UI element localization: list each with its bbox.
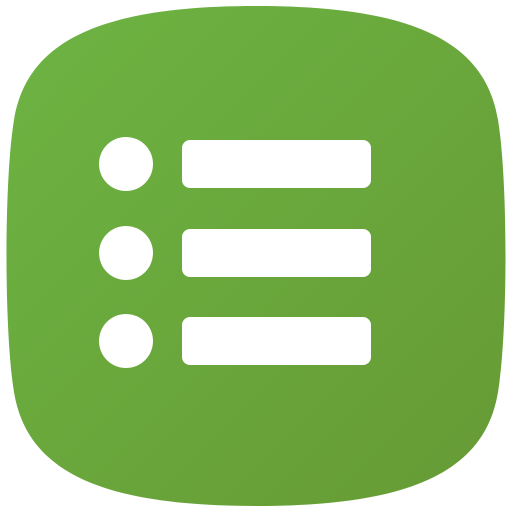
- list-line-icon: [182, 317, 371, 365]
- app-icon-canvas: [0, 0, 512, 512]
- bullet-dot-icon: [99, 226, 153, 280]
- list-app-icon[interactable]: [0, 0, 512, 512]
- bullet-dot-icon: [99, 314, 153, 368]
- bullet-dot-icon: [99, 137, 153, 191]
- list-icon: [99, 137, 371, 368]
- list-row: [99, 314, 371, 368]
- list-row: [99, 137, 371, 191]
- list-row: [99, 226, 371, 280]
- list-line-icon: [182, 140, 371, 188]
- list-line-icon: [182, 229, 371, 277]
